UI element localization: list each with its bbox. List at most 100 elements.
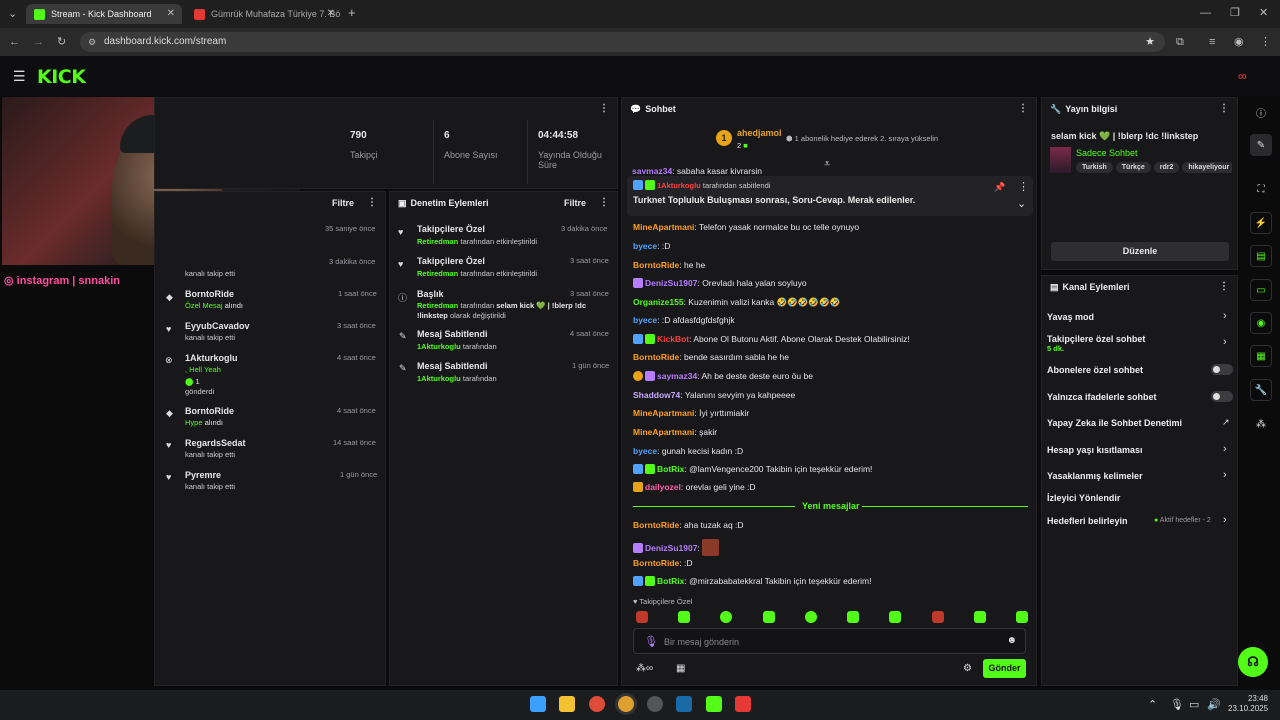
emote-icon[interactable] <box>678 611 691 623</box>
chat-user[interactable]: DenizSu1907 <box>645 543 697 553</box>
more-icon[interactable]: ⋮ <box>1219 103 1229 114</box>
clock[interactable]: 23:48 23.10.2025 <box>1228 694 1268 714</box>
channel-action-emotes-only[interactable]: Yalnızca ifadelerle sohbet <box>1047 392 1157 402</box>
chat-user[interactable]: MineApartmani <box>633 222 694 232</box>
chat-user[interactable]: BotRix <box>657 464 684 474</box>
emote-icon[interactable] <box>720 611 733 623</box>
channel-action-ai-moderation[interactable]: Yapay Zeka ile Sohbet Denetimi <box>1047 418 1182 428</box>
close-icon[interactable]: ✕ <box>327 8 335 19</box>
more-icon[interactable]: ⋮ <box>1018 103 1028 114</box>
file-explorer-icon[interactable] <box>559 696 575 712</box>
chat-user[interactable]: BorntoRide <box>633 260 679 270</box>
chat-user[interactable]: byece <box>633 315 657 325</box>
channel-action-banned-words[interactable]: Yasaklanmış kelimeler <box>1047 471 1143 481</box>
kick-app-icon[interactable] <box>706 696 722 712</box>
kicks-icon[interactable]: ⁂ <box>1250 413 1272 435</box>
chat-input[interactable]: 🎙 Bir mesaj gönderin ☻ <box>633 628 1026 654</box>
mod-user[interactable]: 1Akturkoglu <box>417 374 461 383</box>
channel-action-slow-mode[interactable]: Yavaş mod <box>1047 312 1094 322</box>
start-menu-icon[interactable] <box>530 696 546 712</box>
emote-icon[interactable] <box>1015 611 1028 623</box>
pin-icon[interactable]: 📌 <box>994 180 1005 194</box>
fullscreen-icon[interactable]: ⛶ <box>1250 178 1272 200</box>
wrench-icon[interactable]: 🔧 <box>1250 379 1272 401</box>
brave-icon[interactable] <box>735 696 751 712</box>
filter-button[interactable]: Filtre <box>332 198 354 208</box>
activity-user[interactable]: RegardsSedat <box>185 438 246 448</box>
activity-user[interactable]: BorntoRide <box>185 406 234 416</box>
url-field[interactable]: ⚙ dashboard.kick.com/stream ★ <box>80 32 1165 52</box>
edit-button[interactable]: Düzenle <box>1051 242 1229 261</box>
chat-user[interactable]: MineApartmani <box>633 427 694 437</box>
volume-icon[interactable]: 🔊 <box>1207 698 1221 712</box>
mod-user[interactable]: 1Akturkoglu <box>417 342 461 351</box>
broadcast-icon[interactable]: ◉ <box>1250 312 1272 334</box>
pinned-user[interactable]: 1Akturkoglu <box>657 181 701 190</box>
chat-user[interactable]: BorntoRide <box>633 520 679 530</box>
activity-user[interactable]: 1Akturkoglu <box>185 353 238 363</box>
emote-icon[interactable] <box>804 611 817 623</box>
mod-user[interactable]: Retiredman <box>417 237 458 246</box>
layout-icon[interactable]: ▦ <box>1250 345 1272 367</box>
close-icon[interactable]: ✕ <box>167 8 175 19</box>
chevron-right-icon[interactable]: › <box>1223 443 1268 455</box>
chat-user[interactable]: BotRix <box>657 576 684 586</box>
tab-search-icon[interactable]: ⌄ <box>8 7 17 21</box>
emote-icon[interactable] <box>973 611 986 623</box>
emote-icon[interactable] <box>762 611 775 623</box>
chrome-icon[interactable] <box>589 696 605 712</box>
more-icon[interactable]: ⋮ <box>367 197 377 208</box>
support-headset-icon[interactable]: ☊ <box>1238 647 1268 677</box>
channel-action-raid[interactable]: İzleyici Yönlendir <box>1047 493 1120 503</box>
subs-only-toggle[interactable] <box>1211 364 1233 375</box>
emoji-icon[interactable]: ☻ <box>1006 635 1017 646</box>
extensions-icon[interactable]: ⧉ <box>1176 35 1184 49</box>
more-icon[interactable]: ⋮ <box>599 197 609 208</box>
chat-user[interactable]: BorntoRide <box>633 352 679 362</box>
emote-icon[interactable] <box>889 611 902 623</box>
mask-icon[interactable]: ∞ <box>1238 69 1247 83</box>
send-button[interactable]: Gönder <box>983 659 1026 678</box>
emotes-only-toggle[interactable] <box>1211 391 1233 402</box>
emote-icon[interactable] <box>931 611 944 623</box>
kick-logo[interactable]: KICK <box>37 66 86 88</box>
channel-action-subs-only[interactable]: Abonelere özel sohbet <box>1047 365 1143 375</box>
hamburger-menu-icon[interactable]: ☰ <box>13 69 26 83</box>
filter-button[interactable]: Filtre <box>564 198 586 208</box>
stream-category[interactable]: Sadece Sohbet <box>1076 148 1138 158</box>
kicks-icon[interactable]: ⁂∞ <box>636 662 653 676</box>
lightning-icon[interactable]: ⚡ <box>1250 212 1272 234</box>
new-tab-icon[interactable]: + <box>348 6 356 20</box>
browser-tab-active[interactable]: Stream - Kick Dashboard ✕ <box>26 4 182 24</box>
microphone-icon[interactable]: 🎙 <box>1170 698 1184 712</box>
chat-user[interactable]: saymaz34 <box>657 371 697 381</box>
obs-icon[interactable] <box>647 696 663 712</box>
reload-icon[interactable]: ↻ <box>57 35 66 49</box>
tray-chevron-icon[interactable]: ⌃ <box>1148 698 1157 712</box>
top-gifter-user[interactable]: ahedjamol <box>737 128 782 138</box>
chat-icon[interactable]: ▭ <box>1250 279 1272 301</box>
browser-tab[interactable]: Gümrük Muhafaza Türkiye 7. Bö ✕ <box>186 4 342 24</box>
chat-user[interactable]: Organize155 <box>633 297 684 307</box>
steam-icon[interactable] <box>676 696 692 712</box>
chat-user[interactable]: dailyozel <box>645 482 681 492</box>
chat-user[interactable]: KickBot <box>657 334 689 344</box>
minimize-icon[interactable]: — <box>1200 6 1211 20</box>
media-icon[interactable]: ≡ <box>1209 35 1215 49</box>
channel-action-goals[interactable]: Hedefleri belirleyin <box>1047 516 1128 526</box>
chat-user[interactable]: saymaz34 <box>632 166 672 174</box>
chat-user[interactable]: Shaddow74 <box>633 390 680 400</box>
bookmark-star-icon[interactable]: ★ <box>1145 35 1155 49</box>
maximize-icon[interactable]: ❐ <box>1230 6 1240 20</box>
collapse-icon[interactable]: ⩡ <box>824 157 830 171</box>
document-icon[interactable]: ▤ <box>1250 245 1272 267</box>
chat-user[interactable]: BorntoRide <box>633 558 679 568</box>
chat-user[interactable]: byece <box>633 446 657 456</box>
site-info-icon[interactable]: ⚙ <box>88 35 96 49</box>
activity-user[interactable]: Pyremre <box>185 470 221 480</box>
microphone-icon[interactable]: 🎙 <box>644 635 658 648</box>
browser-menu-icon[interactable]: ⋮ <box>1260 35 1271 49</box>
chevron-right-icon[interactable]: › <box>1223 514 1268 526</box>
activity-user[interactable]: BorntoRide <box>185 289 234 299</box>
more-icon[interactable]: ⋮ <box>599 103 609 114</box>
